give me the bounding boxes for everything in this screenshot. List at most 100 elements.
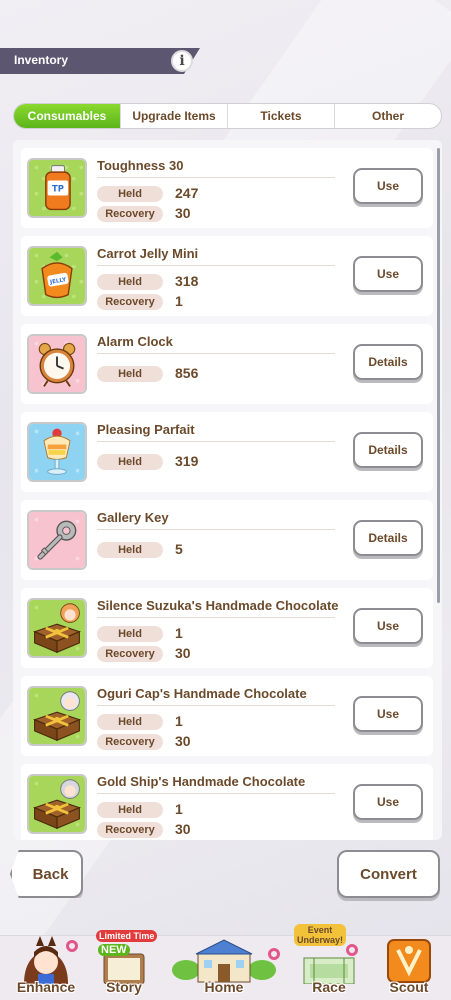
use-button[interactable]: Use: [353, 256, 423, 292]
stat-label: Recovery: [97, 822, 163, 838]
details-button[interactable]: Details: [353, 520, 423, 556]
item-name: Gallery Key: [97, 510, 169, 525]
event-badge-line1: Event: [307, 925, 333, 935]
item-list[interactable]: TP Toughness 30 Held 247 Recovery 30 Use…: [13, 140, 442, 840]
nav-race[interactable]: Event Underway! Race: [290, 924, 368, 1000]
nav-scout[interactable]: Scout: [374, 936, 444, 1000]
info-icon: i: [179, 53, 185, 69]
use-button[interactable]: Use: [353, 784, 423, 820]
info-button[interactable]: i: [171, 50, 193, 72]
carrot-jelly-icon: JELLY: [27, 246, 87, 306]
item-name: Pleasing Parfait: [97, 422, 195, 437]
tp-bottle-icon: TP: [27, 158, 87, 218]
list-item-toughness-30: TP Toughness 30 Held 247 Recovery 30 Use: [21, 148, 433, 228]
stat-value: 319: [175, 453, 199, 469]
back-button[interactable]: Back: [10, 850, 83, 898]
stat-value: 1: [175, 713, 183, 729]
item-name: Oguri Cap's Handmade Chocolate: [97, 686, 307, 701]
bottom-nav: Enhance Limited Time NEW Story Home Even…: [0, 924, 451, 1000]
use-button[interactable]: Use: [353, 608, 423, 644]
stat-label: Recovery: [97, 734, 163, 750]
use-button[interactable]: Use: [353, 696, 423, 732]
item-name: Carrot Jelly Mini: [97, 246, 199, 261]
stat-value: 30: [175, 733, 191, 749]
convert-button[interactable]: Convert: [337, 850, 440, 898]
key-icon: [27, 510, 87, 570]
nav-label: Story: [106, 979, 142, 995]
item-name: Gold Ship's Handmade Chocolate: [97, 774, 306, 789]
chocolate-box-icon: [27, 686, 87, 746]
tab-tickets[interactable]: Tickets: [228, 104, 335, 128]
page-title: Inventory: [14, 53, 69, 67]
stat-label: Held: [97, 714, 163, 730]
stat-label: Held: [97, 454, 163, 470]
chocolate-box-icon: [27, 774, 87, 834]
stat-value: 318: [175, 273, 199, 289]
home-building-icon: [172, 939, 276, 983]
stat-value: 30: [175, 821, 191, 837]
list-item-carrot-jelly-mini: JELLY Carrot Jelly Mini Held 318 Recover…: [21, 236, 433, 316]
stat-value: 30: [175, 645, 191, 661]
divider: [97, 617, 335, 618]
list-item-gallery-key: Gallery Key Held 5 Details: [21, 500, 433, 580]
stat-value: 247: [175, 185, 199, 201]
stat-label: Held: [97, 186, 163, 202]
stat-label: Held: [97, 274, 163, 290]
stat-label: Recovery: [97, 206, 163, 222]
stat-label: Held: [97, 802, 163, 818]
tab-consumables[interactable]: Consumables: [14, 104, 121, 128]
stat-value: 1: [175, 293, 183, 309]
stat-label: Recovery: [97, 646, 163, 662]
scrollbar[interactable]: [437, 148, 440, 603]
divider: [97, 441, 335, 442]
details-button[interactable]: Details: [353, 432, 423, 468]
stat-value: 856: [175, 365, 199, 381]
stat-label: Held: [97, 626, 163, 642]
nav-label: Scout: [389, 979, 429, 995]
item-name: Alarm Clock: [97, 334, 173, 349]
item-name: Silence Suzuka's Handmade Chocolate: [97, 598, 339, 613]
new-badge: NEW: [98, 944, 130, 956]
stat-value: 1: [175, 625, 183, 641]
list-item-oguri-cap-chocolate: Oguri Cap's Handmade Chocolate Held 1 Re…: [21, 676, 433, 756]
limited-time-badge: Limited Time: [96, 930, 158, 942]
nav-label: Home: [204, 979, 244, 995]
tab-other[interactable]: Other: [335, 104, 441, 128]
details-button[interactable]: Details: [353, 344, 423, 380]
list-item-alarm-clock: Alarm Clock Held 856 Details: [21, 324, 433, 404]
nav-home[interactable]: Home: [168, 936, 280, 1000]
alarm-clock-icon: [27, 334, 87, 394]
stat-label: Held: [97, 366, 163, 382]
event-badge-line2: Underway!: [297, 935, 344, 945]
notification-icon: [346, 944, 358, 956]
divider: [97, 705, 335, 706]
stat-value: 30: [175, 205, 191, 221]
notification-icon: [268, 948, 280, 960]
divider: [97, 529, 335, 530]
nav-label: Race: [312, 979, 346, 995]
use-button[interactable]: Use: [353, 168, 423, 204]
parfait-icon: [27, 422, 87, 482]
nav-label: Enhance: [16, 979, 76, 995]
notification-icon: [66, 940, 78, 952]
item-name: Toughness 30: [97, 158, 184, 173]
stat-value: 5: [175, 541, 183, 557]
divider: [97, 177, 335, 178]
chocolate-box-icon: [27, 598, 87, 658]
list-item-silence-suzuka-chocolate: Silence Suzuka's Handmade Chocolate Held…: [21, 588, 433, 668]
category-tabs: Consumables Upgrade Items Tickets Other: [13, 103, 442, 129]
stat-value: 1: [175, 801, 183, 817]
nav-enhance[interactable]: Enhance: [6, 936, 86, 1000]
svg-text:TP: TP: [52, 184, 64, 194]
stat-label: Recovery: [97, 294, 163, 310]
list-item-gold-ship-chocolate: Gold Ship's Handmade Chocolate Held 1 Re…: [21, 764, 433, 840]
divider: [97, 265, 335, 266]
divider: [97, 793, 335, 794]
list-item-pleasing-parfait: Pleasing Parfait Held 319 Details: [21, 412, 433, 492]
divider: [97, 353, 335, 354]
stat-label: Held: [97, 542, 163, 558]
tab-upgrade-items[interactable]: Upgrade Items: [121, 104, 228, 128]
scout-icon: [387, 939, 431, 983]
nav-story[interactable]: Limited Time NEW Story: [88, 930, 160, 1000]
header-bar: Inventory: [0, 48, 200, 74]
